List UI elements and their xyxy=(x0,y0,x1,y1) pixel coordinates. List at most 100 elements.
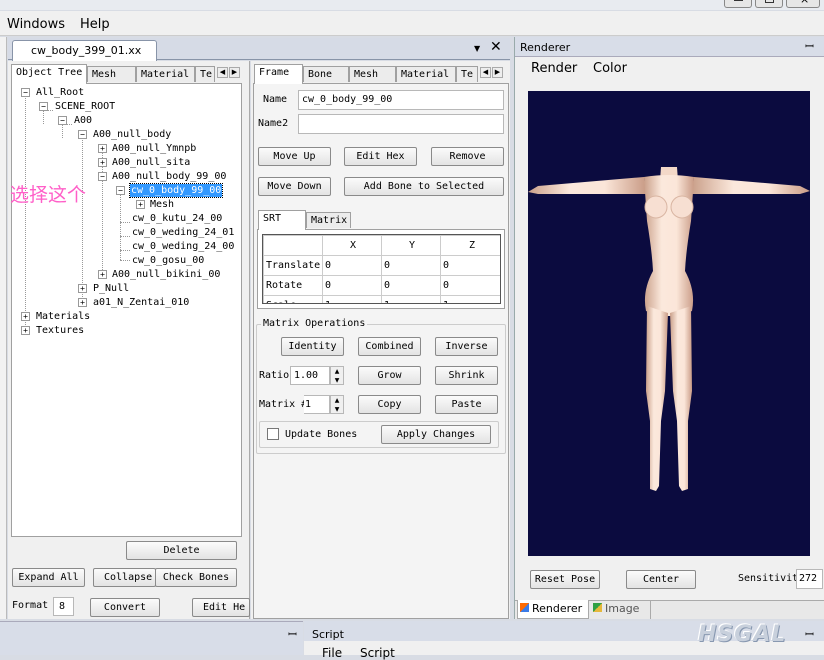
menu-render[interactable]: Render xyxy=(531,61,577,76)
close-document-icon[interactable]: ✕ xyxy=(490,39,502,55)
tree-item-selected[interactable]: cw_0_body_99_00 xyxy=(128,183,224,198)
tree-item[interactable]: A00_null_bikini_00 xyxy=(112,268,220,281)
remove-button[interactable]: Remove xyxy=(431,147,504,166)
document-tab[interactable]: cw_body_399_01.xx xyxy=(12,40,157,61)
table-cell[interactable]: 0 xyxy=(381,255,441,276)
tab-material[interactable]: Material xyxy=(136,66,195,82)
tree-item[interactable]: cw_0_weding_24_00 xyxy=(132,240,234,253)
tree-collapse-toggle[interactable]: − xyxy=(58,116,67,125)
tree-item[interactable]: cw_0_weding_24_01 xyxy=(132,226,234,239)
tab-scroll-left-button[interactable]: ◀ xyxy=(480,67,491,78)
tree-item[interactable]: A00_null_body xyxy=(93,128,171,141)
spin-down-icon[interactable]: ▼ xyxy=(335,406,340,413)
tree-item[interactable]: A00_null_Ymnpb xyxy=(112,142,196,155)
matrix-number-field[interactable]: 1 xyxy=(304,395,330,414)
table-cell[interactable]: 0 xyxy=(322,275,382,296)
table-cell[interactable]: 0 xyxy=(440,255,500,276)
ratio-spinner[interactable]: ▲ ▼ xyxy=(330,366,344,385)
convert-button[interactable]: Convert xyxy=(90,598,160,617)
tree-expand-toggle[interactable]: + xyxy=(78,298,87,307)
table-cell[interactable]: 0 xyxy=(381,275,441,296)
menu-help[interactable]: Help xyxy=(80,17,110,32)
menu-windows[interactable]: Windows xyxy=(7,17,65,32)
tree-item[interactable]: P_Null xyxy=(93,282,129,295)
identity-button[interactable]: Identity xyxy=(281,337,344,356)
move-up-button[interactable]: Move Up xyxy=(258,147,331,166)
menu-script[interactable]: Script xyxy=(360,646,395,660)
center-button[interactable]: Center xyxy=(626,570,696,589)
add-bone-button[interactable]: Add Bone to Selected xyxy=(344,177,504,196)
menu-file[interactable]: File xyxy=(322,646,342,660)
pin-icon[interactable]: ꟷ xyxy=(805,627,814,642)
tab-bone[interactable]: Bone xyxy=(303,66,349,82)
table-cell[interactable]: 1 xyxy=(322,295,382,303)
tab-matrix[interactable]: Matrix xyxy=(306,212,351,228)
tab-mesh[interactable]: Mesh xyxy=(349,66,396,82)
3d-viewport[interactable] xyxy=(528,91,810,556)
menu-color[interactable]: Color xyxy=(593,61,627,76)
copy-button[interactable]: Copy xyxy=(358,395,421,414)
edit-hex-button[interactable]: Edit Hex xyxy=(344,147,417,166)
tab-frame[interactable]: Frame xyxy=(254,64,303,84)
tab-scroll-right-button[interactable]: ▶ xyxy=(229,67,240,78)
tree-expand-toggle[interactable]: + xyxy=(136,200,145,209)
tab-renderer[interactable]: Renderer xyxy=(517,600,589,619)
close-window-button[interactable]: × xyxy=(786,0,820,8)
maximize-button[interactable] xyxy=(755,0,783,8)
tree-item[interactable]: Mesh xyxy=(150,198,174,211)
tab-te[interactable]: Te xyxy=(195,66,215,82)
tab-object-tree[interactable]: Object Tree xyxy=(11,64,87,84)
sensitivity-field[interactable]: 272 xyxy=(796,569,823,589)
table-cell[interactable]: 1 xyxy=(381,295,441,303)
tab-image[interactable]: Image xyxy=(591,600,651,619)
spin-up-icon[interactable]: ▲ xyxy=(335,397,340,404)
tree-expand-toggle[interactable]: + xyxy=(21,326,30,335)
tree-expand-toggle[interactable]: + xyxy=(98,270,107,279)
tree-item[interactable]: Textures xyxy=(36,324,84,337)
minimize-button[interactable] xyxy=(724,0,752,8)
tab-srt[interactable]: SRT xyxy=(258,210,306,230)
pin-icon[interactable]: ꟷ xyxy=(288,627,297,642)
collapse-button[interactable]: Collapse xyxy=(93,568,156,587)
tree-collapse-toggle[interactable]: − xyxy=(21,88,30,97)
tree-item[interactable]: SCENE_ROOT xyxy=(55,100,115,113)
tab-mesh[interactable]: Mesh xyxy=(87,66,136,82)
tree-item[interactable]: Materials xyxy=(36,310,90,323)
delete-button[interactable]: Delete xyxy=(126,541,237,560)
tree-item[interactable]: All_Root xyxy=(36,86,84,99)
format-field[interactable]: 8 xyxy=(53,597,74,616)
apply-changes-button[interactable]: Apply Changes xyxy=(381,425,491,444)
tree-item[interactable]: a01_N_Zentai_010 xyxy=(93,296,189,309)
table-cell[interactable]: 0 xyxy=(440,275,500,296)
spin-down-icon[interactable]: ▼ xyxy=(335,377,340,384)
tree-expand-toggle[interactable]: + xyxy=(21,312,30,321)
matrix-spinner[interactable]: ▲ ▼ xyxy=(330,395,344,414)
update-bones-checkbox[interactable] xyxy=(267,428,279,440)
combined-button[interactable]: Combined xyxy=(358,337,421,356)
expand-all-button[interactable]: Expand All xyxy=(12,568,85,587)
name2-field[interactable] xyxy=(298,114,504,134)
tree-collapse-toggle[interactable]: − xyxy=(98,172,107,181)
ratio-field[interactable]: 1.00 xyxy=(290,366,330,385)
tree-collapse-toggle[interactable]: − xyxy=(116,186,125,195)
move-down-button[interactable]: Move Down xyxy=(258,177,331,196)
pin-icon[interactable]: ꟷ xyxy=(805,39,814,54)
tree-expand-toggle[interactable]: + xyxy=(98,144,107,153)
table-cell[interactable]: 0 xyxy=(322,255,382,276)
paste-button[interactable]: Paste xyxy=(435,395,498,414)
tab-material[interactable]: Material xyxy=(396,66,456,82)
tab-scroll-right-button[interactable]: ▶ xyxy=(492,67,503,78)
reset-pose-button[interactable]: Reset Pose xyxy=(530,570,600,589)
edit-hex-button[interactable]: Edit He xyxy=(192,598,250,617)
tab-te[interactable]: Te xyxy=(456,66,478,82)
tab-scroll-left-button[interactable]: ◀ xyxy=(217,67,228,78)
tree-expand-toggle[interactable]: + xyxy=(98,158,107,167)
tree-collapse-toggle[interactable]: − xyxy=(78,130,87,139)
dropdown-icon[interactable]: ▼ xyxy=(474,44,480,53)
tree-item[interactable]: A00_null_body_99_00 xyxy=(112,170,226,183)
grow-button[interactable]: Grow xyxy=(358,366,421,385)
inverse-button[interactable]: Inverse xyxy=(435,337,498,356)
shrink-button[interactable]: Shrink xyxy=(435,366,498,385)
name-field[interactable]: cw_0_body_99_00 xyxy=(298,90,504,110)
tree-item[interactable]: A00 xyxy=(74,114,92,127)
